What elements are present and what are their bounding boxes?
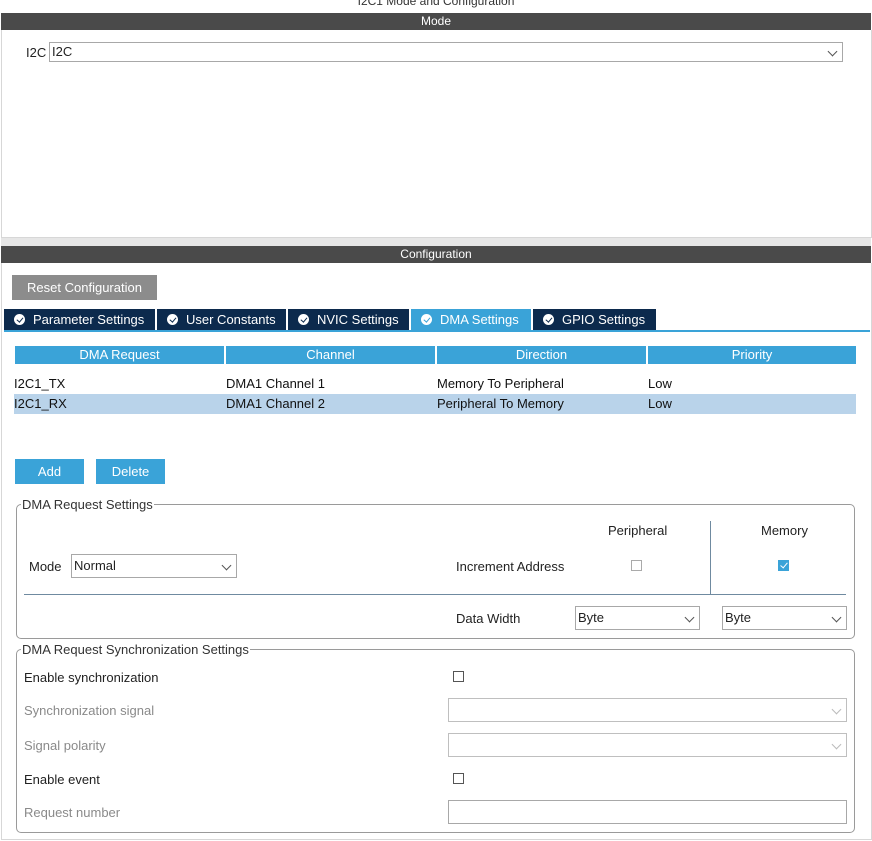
chevron-down-icon (831, 704, 842, 715)
request-number-input[interactable] (448, 800, 847, 824)
cell-dma-request: I2C1_RX (14, 396, 67, 411)
cell-direction: Memory To Peripheral (437, 376, 564, 391)
chevron-down-icon (221, 560, 232, 571)
reset-configuration-button[interactable]: Reset Configuration (12, 275, 157, 300)
data-width-peripheral-value: Byte (578, 610, 605, 625)
mode-select[interactable]: Normal (71, 554, 237, 578)
cell-channel: DMA1 Channel 1 (226, 376, 325, 391)
tab-label: DMA Settings (440, 312, 519, 327)
table-row[interactable]: I2C1_TX DMA1 Channel 1 Memory To Periphe… (14, 374, 856, 394)
cell-priority: Low (648, 396, 672, 411)
cell-direction: Peripheral To Memory (437, 396, 564, 411)
tab-parameter-settings[interactable]: Parameter Settings (4, 309, 155, 330)
config-tabs: Parameter Settings User Constants NVIC S… (4, 309, 658, 330)
cell-dma-request: I2C1_TX (14, 376, 66, 391)
check-circle-icon (298, 314, 309, 325)
tab-label: NVIC Settings (317, 312, 399, 327)
column-divider (710, 521, 711, 594)
data-width-memory-value: Byte (725, 610, 752, 625)
check-circle-icon (14, 314, 25, 325)
signal-polarity-label: Signal polarity (24, 738, 106, 753)
column-header-channel[interactable]: Channel (226, 346, 435, 364)
sync-signal-select[interactable] (448, 698, 847, 722)
window-title: I2C1 Mode and Configuration (357, 0, 515, 8)
mode-label: Mode (29, 559, 62, 574)
increment-memory-checkbox[interactable] (778, 560, 789, 571)
request-number-label: Request number (24, 805, 121, 820)
mode-section-header: Mode (1, 13, 871, 30)
enable-sync-checkbox[interactable] (453, 671, 464, 682)
config-section-header: Configuration (1, 246, 871, 263)
tab-underline (4, 330, 870, 332)
table-row-selected[interactable]: I2C1_RX DMA1 Channel 2 Peripheral To Mem… (14, 394, 856, 414)
i2c-mode-select[interactable]: I2C (49, 42, 843, 62)
cell-channel: DMA1 Channel 2 (226, 396, 325, 411)
tab-gpio-settings[interactable]: GPIO Settings (533, 309, 656, 330)
increment-address-label: Increment Address (456, 559, 565, 574)
enable-sync-label: Enable synchronization (24, 670, 159, 685)
enable-event-checkbox[interactable] (453, 773, 464, 784)
check-circle-icon (421, 314, 432, 325)
cell-priority: Low (648, 376, 672, 391)
mode-select-value: Normal (74, 558, 116, 573)
dma-request-settings-title: DMA Request Settings (22, 497, 153, 512)
enable-event-label: Enable event (24, 772, 100, 787)
increment-peripheral-checkbox[interactable] (631, 560, 642, 571)
chevron-down-icon (827, 46, 838, 57)
peripheral-column-header: Peripheral (608, 523, 668, 538)
data-width-memory-select[interactable]: Byte (722, 606, 847, 630)
tab-label: User Constants (186, 312, 276, 327)
check-circle-icon (543, 314, 554, 325)
sync-signal-label: Synchronization signal (24, 703, 155, 718)
tab-label: Parameter Settings (33, 312, 145, 327)
column-header-direction[interactable]: Direction (437, 346, 646, 364)
column-header-priority[interactable]: Priority (648, 346, 856, 364)
data-width-label: Data Width (456, 611, 521, 626)
section-divider (1, 238, 871, 246)
add-button[interactable]: Add (15, 459, 84, 484)
delete-button[interactable]: Delete (96, 459, 165, 484)
chevron-down-icon (831, 612, 842, 623)
check-circle-icon (167, 314, 178, 325)
signal-polarity-select[interactable] (448, 733, 847, 757)
tab-dma-settings[interactable]: DMA Settings (411, 309, 531, 330)
dma-sync-settings-title: DMA Request Synchronization Settings (22, 642, 249, 657)
memory-column-header: Memory (761, 523, 808, 538)
i2c-mode-select-value: I2C (52, 44, 73, 59)
i2c-mode-label: I2C (26, 45, 47, 60)
settings-separator (24, 594, 846, 595)
chevron-down-icon (831, 739, 842, 750)
tab-label: GPIO Settings (562, 312, 646, 327)
tab-user-constants[interactable]: User Constants (157, 309, 286, 330)
tab-nvic-settings[interactable]: NVIC Settings (288, 309, 409, 330)
data-width-peripheral-select[interactable]: Byte (575, 606, 700, 630)
chevron-down-icon (684, 612, 695, 623)
column-header-dma-request[interactable]: DMA Request (15, 346, 224, 364)
